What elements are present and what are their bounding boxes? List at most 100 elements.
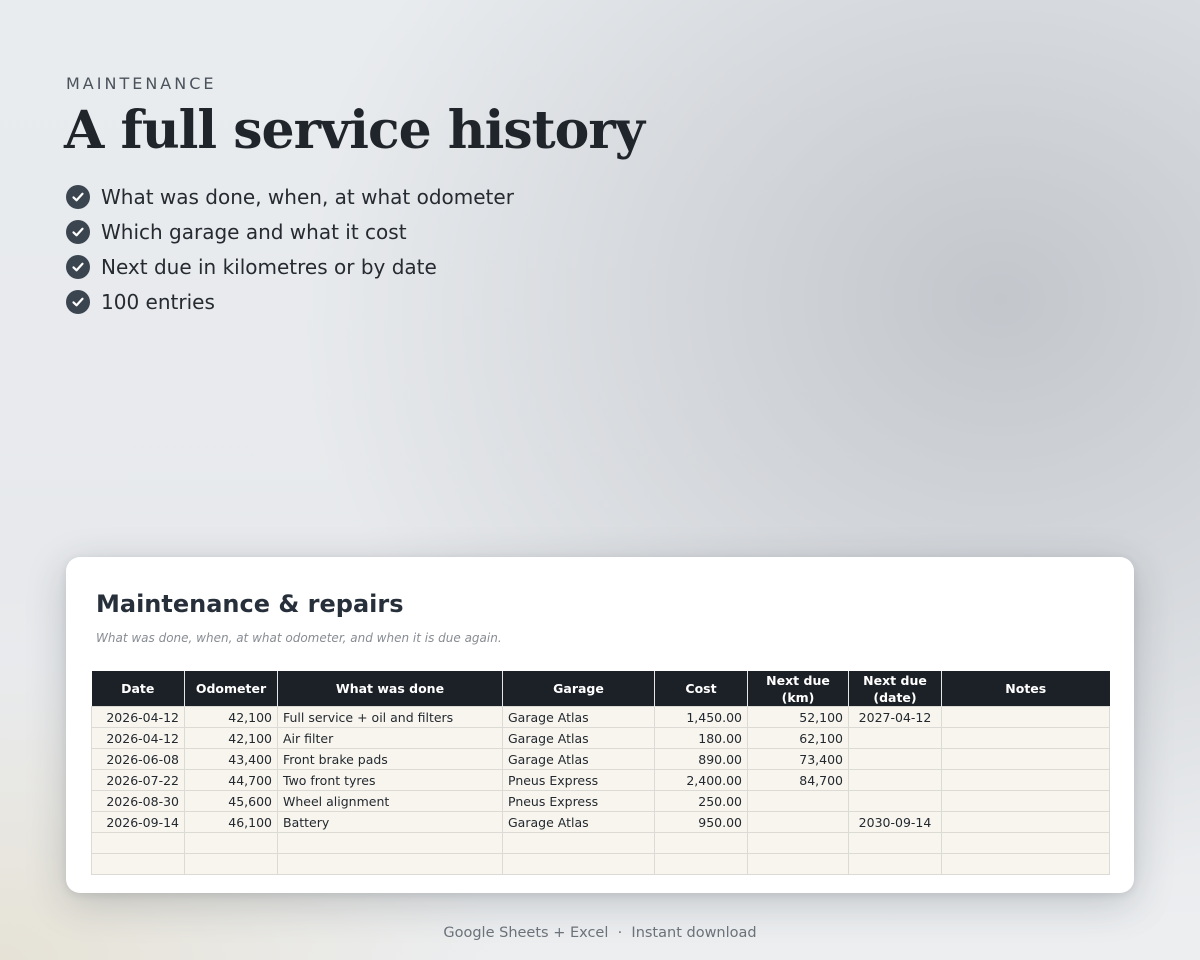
check-circle-icon (66, 184, 90, 209)
cell-date[interactable] (91, 853, 185, 875)
feature-list: What was done, when, at what odometer Wh… (66, 179, 514, 319)
cell-what-was-done[interactable]: Air filter (277, 727, 503, 749)
feature-text: What was done, when, at what odometer (101, 184, 514, 209)
cell-what-was-done[interactable]: Two front tyres (277, 769, 503, 791)
cell-garage[interactable]: Garage Atlas (502, 727, 655, 749)
cell-garage[interactable]: Pneus Express (502, 790, 655, 812)
footer-note: Google Sheets + Excel · Instant download (443, 925, 757, 941)
cell-what-was-done[interactable]: Full service + oil and filters (277, 706, 503, 728)
column-header-garage[interactable]: Garage (502, 671, 655, 707)
column-header-notes[interactable]: Notes (941, 671, 1110, 707)
table-row (91, 832, 1110, 854)
column-header-next-due-km[interactable]: Next due (km) (747, 671, 849, 707)
table-row: 2026-07-22 44,700 Two front tyres Pneus Exp… (91, 769, 1110, 791)
cell-date[interactable]: 2026-04-12 (91, 706, 185, 728)
cell-odometer[interactable] (184, 832, 278, 854)
cell-cost[interactable]: 950.00 (654, 811, 748, 833)
cell-notes[interactable] (941, 748, 1110, 770)
cell-odometer[interactable]: 43,400 (184, 748, 278, 770)
cell-odometer[interactable] (184, 853, 278, 875)
feature-text: Which garage and what it cost (101, 219, 407, 244)
cell-next-due-km[interactable] (747, 853, 849, 875)
table-row: 2026-06-08 43,400 Front brake pads Garage A… (91, 748, 1110, 770)
cell-odometer[interactable]: 45,600 (184, 790, 278, 812)
cell-garage[interactable]: Garage Atlas (502, 811, 655, 833)
cell-next-due-date[interactable]: 2030-09-14 (848, 811, 942, 833)
cell-odometer[interactable]: 42,100 (184, 727, 278, 749)
cell-cost[interactable]: 2,400.00 (654, 769, 748, 791)
sheet-subtitle: What was done, when, at what odometer, a… (96, 631, 502, 645)
cell-odometer[interactable]: 44,700 (184, 769, 278, 791)
table-header-row: Date Odometer What was done Garage Cost … (91, 671, 1110, 707)
feature-item: Which garage and what it cost (66, 214, 514, 249)
cell-garage[interactable]: Pneus Express (502, 769, 655, 791)
cell-next-due-date[interactable] (848, 832, 942, 854)
cell-next-due-km[interactable]: 73,400 (747, 748, 849, 770)
table-row: 2026-09-14 46,100 Battery Garage Atlas 950.0… (91, 811, 1110, 833)
feature-text: Next due in kilometres or by date (101, 254, 437, 279)
cell-what-was-done[interactable]: Wheel alignment (277, 790, 503, 812)
cell-cost[interactable] (654, 853, 748, 875)
cell-notes[interactable] (941, 790, 1110, 812)
cell-odometer[interactable]: 46,100 (184, 811, 278, 833)
cell-notes[interactable] (941, 706, 1110, 728)
sheet-title: Maintenance & repairs (96, 590, 404, 618)
cell-next-due-date[interactable] (848, 790, 942, 812)
cell-next-due-km[interactable]: 62,100 (747, 727, 849, 749)
cell-next-due-km[interactable] (747, 790, 849, 812)
cell-what-was-done[interactable] (277, 853, 503, 875)
cell-next-due-km[interactable]: 52,100 (747, 706, 849, 728)
section-eyebrow: MAINTENANCE (66, 74, 217, 93)
cell-cost[interactable] (654, 832, 748, 854)
cell-notes[interactable] (941, 832, 1110, 854)
cell-what-was-done[interactable]: Battery (277, 811, 503, 833)
cell-next-due-km[interactable] (747, 832, 849, 854)
cell-date[interactable]: 2026-07-22 (91, 769, 185, 791)
column-header-date[interactable]: Date (91, 671, 185, 707)
cell-cost[interactable]: 890.00 (654, 748, 748, 770)
column-header-next-due-date[interactable]: Next due (date) (848, 671, 942, 707)
cell-garage[interactable]: Garage Atlas (502, 706, 655, 728)
cell-next-due-date[interactable] (848, 727, 942, 749)
cell-notes[interactable] (941, 769, 1110, 791)
cell-next-due-km[interactable]: 84,700 (747, 769, 849, 791)
cell-odometer[interactable]: 42,100 (184, 706, 278, 728)
feature-text: 100 entries (101, 289, 215, 314)
check-circle-icon (66, 219, 90, 244)
table-row: 2026-04-12 42,100 Full service + oil and f… (91, 706, 1110, 728)
cell-next-due-km[interactable] (747, 811, 849, 833)
cell-date[interactable] (91, 832, 185, 854)
cell-garage[interactable] (502, 853, 655, 875)
cell-cost[interactable]: 1,450.00 (654, 706, 748, 728)
cell-date[interactable]: 2026-06-08 (91, 748, 185, 770)
cell-next-due-date[interactable] (848, 769, 942, 791)
table-row (91, 853, 1110, 875)
cell-cost[interactable]: 250.00 (654, 790, 748, 812)
cell-notes[interactable] (941, 727, 1110, 749)
check-circle-icon (66, 254, 90, 279)
cell-date[interactable]: 2026-09-14 (91, 811, 185, 833)
maintenance-table: Date Odometer What was done Garage Cost … (91, 671, 1110, 875)
feature-item: What was done, when, at what odometer (66, 179, 514, 214)
page-title: A full service history (64, 100, 645, 161)
spreadsheet-card: Maintenance & repairs What was done, whe… (66, 557, 1134, 893)
table-row: 2026-04-12 42,100 Air filter Garage Atlas 18… (91, 727, 1110, 749)
cell-notes[interactable] (941, 853, 1110, 875)
cell-next-due-date[interactable]: 2027-04-12 (848, 706, 942, 728)
cell-date[interactable]: 2026-04-12 (91, 727, 185, 749)
cell-garage[interactable]: Garage Atlas (502, 748, 655, 770)
column-header-odometer[interactable]: Odometer (184, 671, 278, 707)
cell-garage[interactable] (502, 832, 655, 854)
cell-next-due-date[interactable] (848, 748, 942, 770)
table-row: 2026-08-30 45,600 Wheel alignment Pneus Exp… (91, 790, 1110, 812)
column-header-what-was-done[interactable]: What was done (277, 671, 503, 707)
cell-what-was-done[interactable] (277, 832, 503, 854)
cell-what-was-done[interactable]: Front brake pads (277, 748, 503, 770)
cell-cost[interactable]: 180.00 (654, 727, 748, 749)
column-header-cost[interactable]: Cost (654, 671, 748, 707)
cell-date[interactable]: 2026-08-30 (91, 790, 185, 812)
cell-next-due-date[interactable] (848, 853, 942, 875)
cell-notes[interactable] (941, 811, 1110, 833)
feature-item: 100 entries (66, 284, 514, 319)
feature-item: Next due in kilometres or by date (66, 249, 514, 284)
